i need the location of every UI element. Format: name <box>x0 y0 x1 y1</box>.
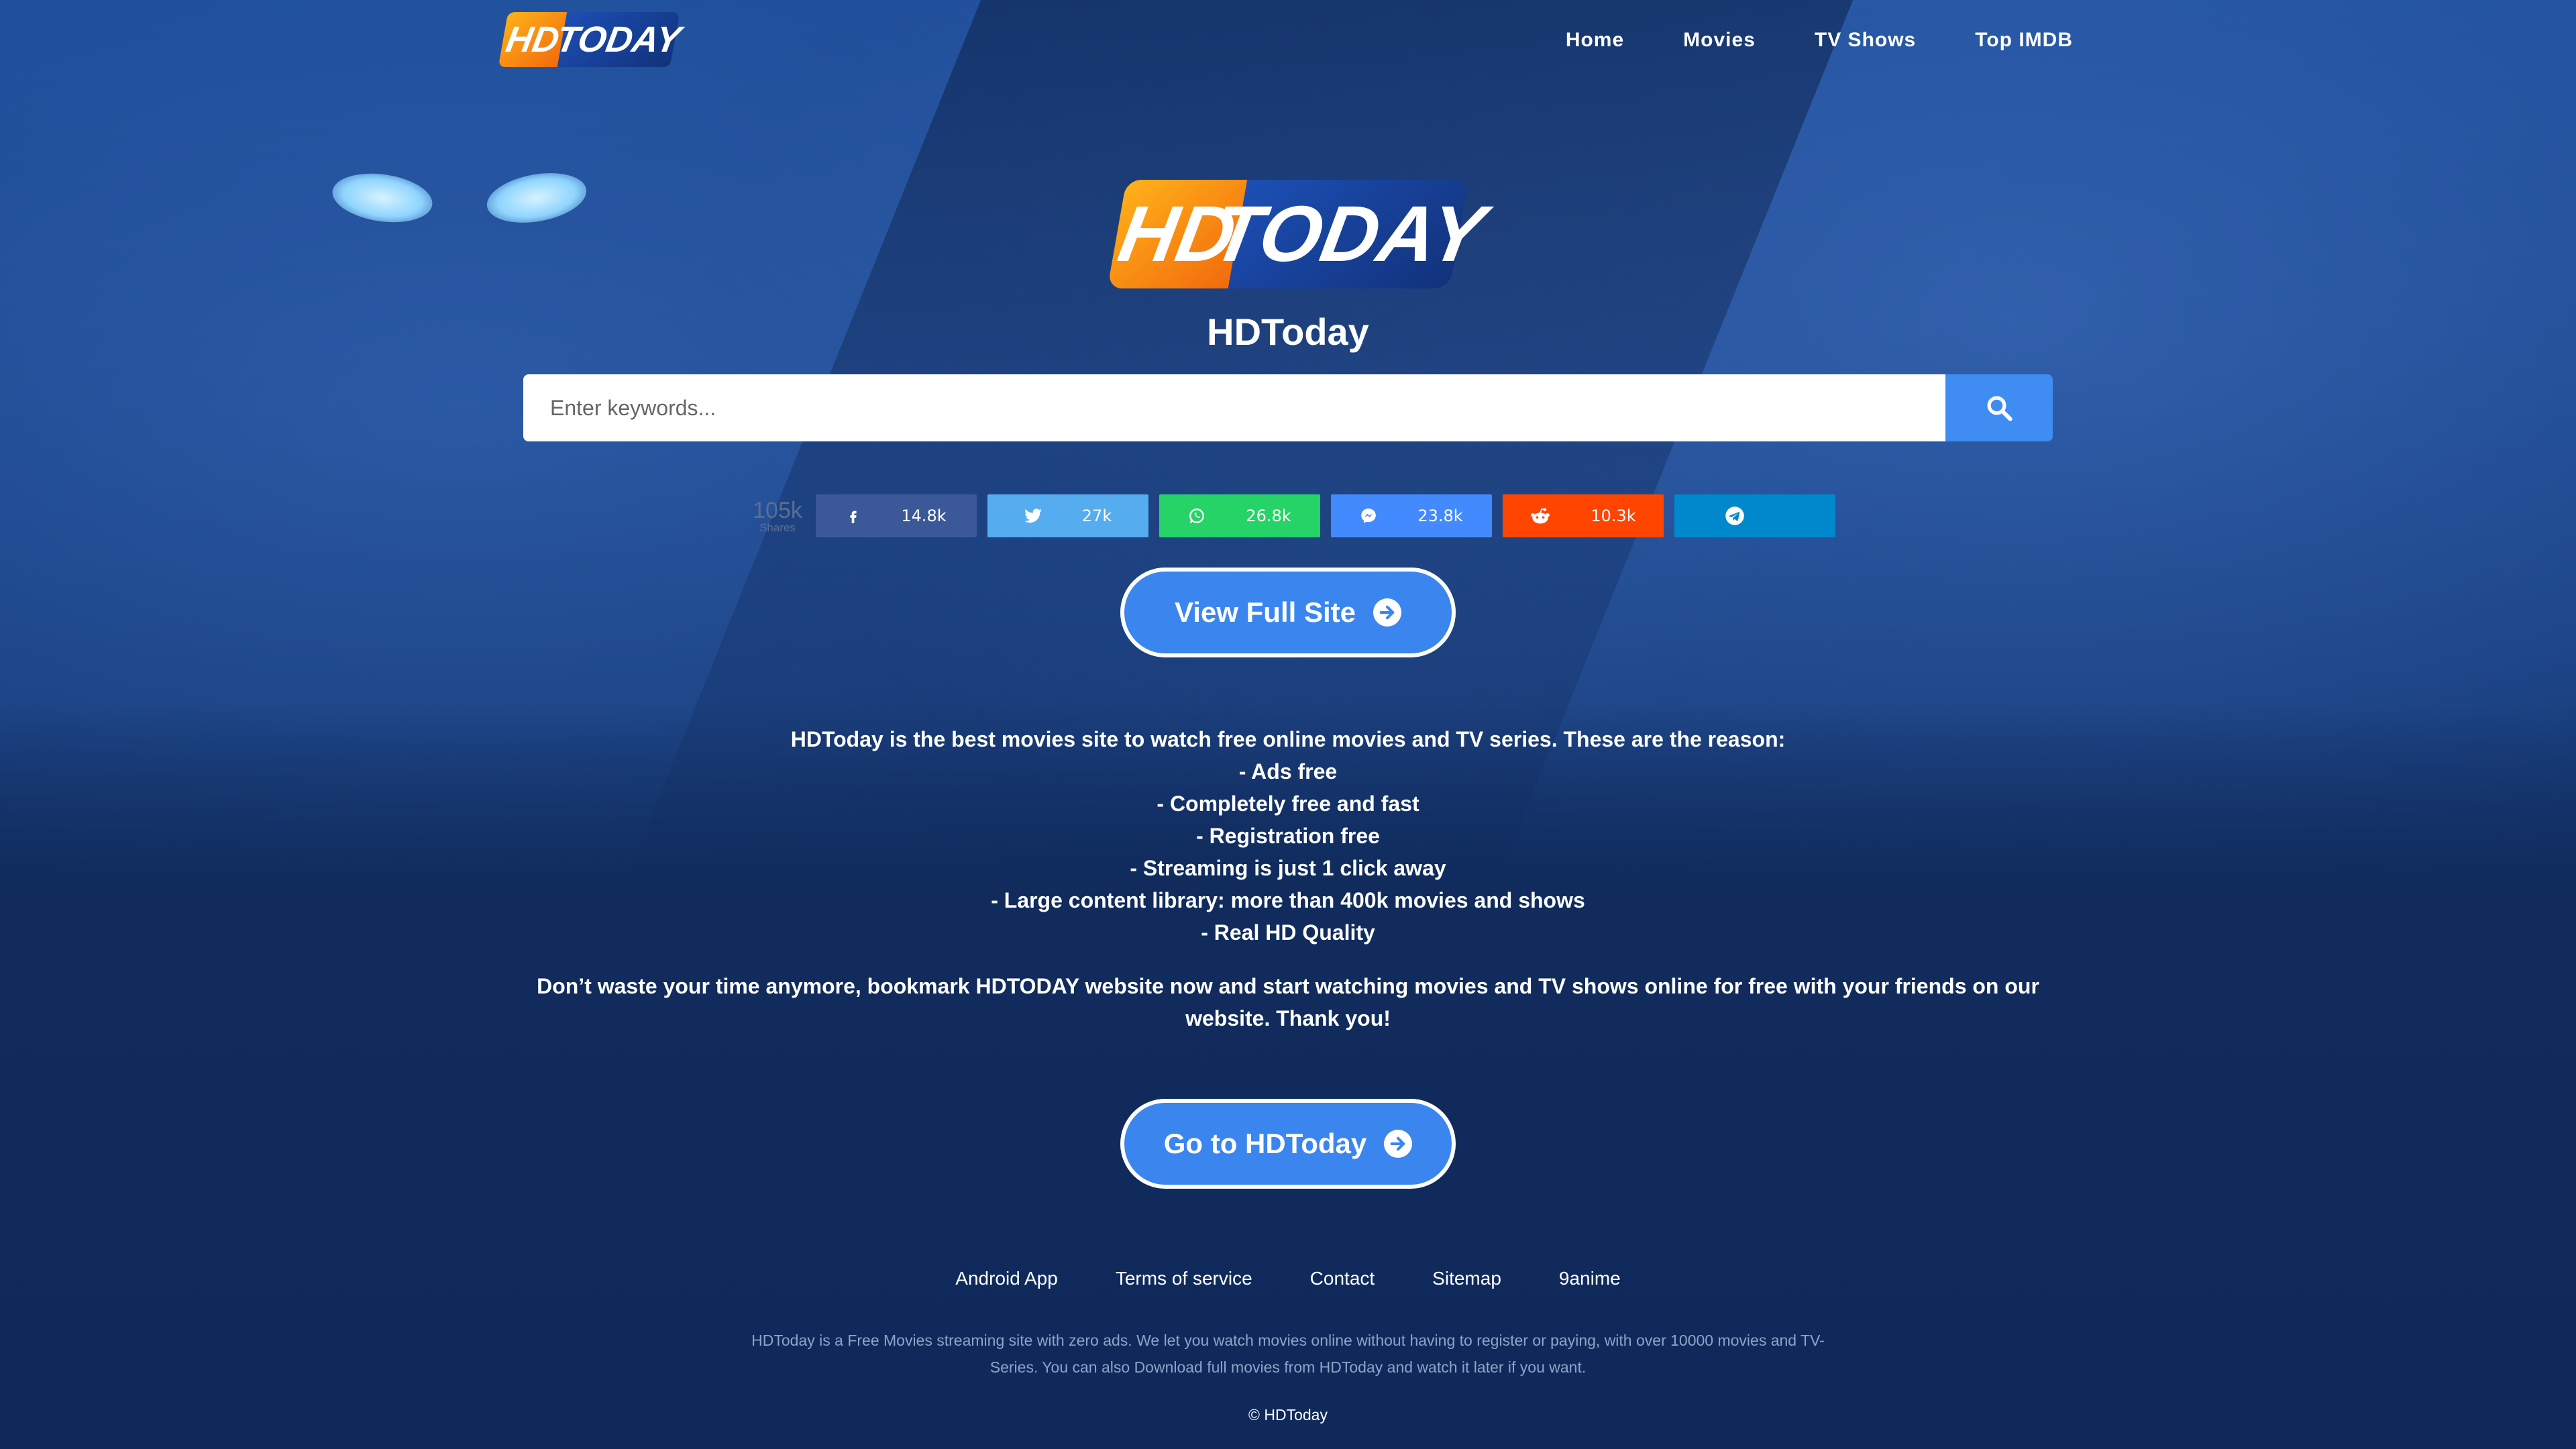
view-full-site-button[interactable]: View Full Site <box>1120 568 1456 657</box>
share-button-facebook[interactable]: 14.8k <box>816 494 977 537</box>
description-line: - Registration free <box>1196 824 1380 848</box>
view-full-site-label: View Full Site <box>1175 596 1356 628</box>
share-total: 105k Shares <box>750 499 805 533</box>
footer-link-android-app[interactable]: Android App <box>955 1268 1058 1289</box>
site-description: HDToday is the best movies site to watch… <box>0 723 2576 949</box>
description-outro: Don’t waste your time anymore, bookmark … <box>537 974 2039 1030</box>
nav-tv-shows[interactable]: TV Shows <box>1815 29 1916 52</box>
footer-link-sitemap[interactable]: Sitemap <box>1432 1268 1501 1289</box>
go-to-hdtoday-button[interactable]: Go to HDToday <box>1120 1099 1456 1189</box>
share-button-messenger[interactable]: 23.8k <box>1331 494 1492 537</box>
description-line: - Completely free and fast <box>1157 792 1419 816</box>
header-logo[interactable]: HD TODAY <box>498 12 684 67</box>
telegram-icon <box>1725 506 1744 525</box>
main-nav: Home Movies TV Shows Top IMDB <box>1566 0 2073 80</box>
share-count: 27k <box>1081 506 1112 525</box>
description-line: - Ads free <box>1238 759 1338 784</box>
messenger-icon <box>1361 508 1377 523</box>
share-button-reddit[interactable]: 10.3k <box>1503 494 1664 537</box>
search-button[interactable] <box>1945 374 2053 441</box>
search-icon <box>1987 396 2012 421</box>
share-count: 26.8k <box>1246 506 1291 525</box>
twitter-icon <box>1024 508 1042 523</box>
background-glow <box>483 166 590 230</box>
description-line: - Real HD Quality <box>1201 920 1375 945</box>
logo-today: TODAY <box>1205 180 1491 288</box>
arrow-right-icon <box>1373 598 1401 627</box>
share-bar: 105k Shares 14.8k 27k 26.8k 23.8k 10.3k <box>750 494 1835 537</box>
arrow-right-icon <box>1384 1130 1413 1158</box>
description-line: - Streaming is just 1 click away <box>1130 856 1446 880</box>
share-button-twitter[interactable]: 27k <box>987 494 1148 537</box>
page-title: HDToday <box>1207 311 1369 353</box>
facebook-icon <box>850 511 857 523</box>
description-line: HDToday is the best movies site to watch… <box>790 727 1786 751</box>
background-glow <box>329 167 436 229</box>
share-count: 10.3k <box>1591 506 1636 525</box>
hero-logo: HD TODAY <box>1107 180 1491 288</box>
whatsapp-icon <box>1189 508 1205 524</box>
footer-link-terms[interactable]: Terms of service <box>1116 1268 1252 1289</box>
share-total-count: 105k <box>753 497 802 523</box>
copyright: © HDToday <box>1248 1406 1328 1424</box>
footer-link-contact[interactable]: Contact <box>1310 1268 1375 1289</box>
nav-movies[interactable]: Movies <box>1683 29 1756 52</box>
nav-home[interactable]: Home <box>1566 29 1624 52</box>
nav-top-imdb[interactable]: Top IMDB <box>1975 29 2073 52</box>
go-to-hdtoday-label: Go to HDToday <box>1163 1128 1367 1159</box>
search-input[interactable] <box>523 374 1945 441</box>
share-count: 23.8k <box>1417 506 1463 525</box>
share-button-whatsapp[interactable]: 26.8k <box>1159 494 1320 537</box>
logo-today: TODAY <box>553 12 684 67</box>
share-button-telegram[interactable] <box>1674 494 1835 537</box>
share-total-label: Shares <box>759 521 796 534</box>
footer-link-9anime[interactable]: 9anime <box>1559 1268 1621 1289</box>
description-line: - Large content library: more than 400k … <box>991 888 1585 912</box>
footer-description: HDToday is a Free Movies streaming site … <box>751 1332 1825 1376</box>
share-count: 14.8k <box>901 506 947 525</box>
search-form <box>523 374 2053 441</box>
reddit-icon <box>1531 508 1550 524</box>
footer-links: Android App Terms of service Contact Sit… <box>0 1268 2576 1289</box>
